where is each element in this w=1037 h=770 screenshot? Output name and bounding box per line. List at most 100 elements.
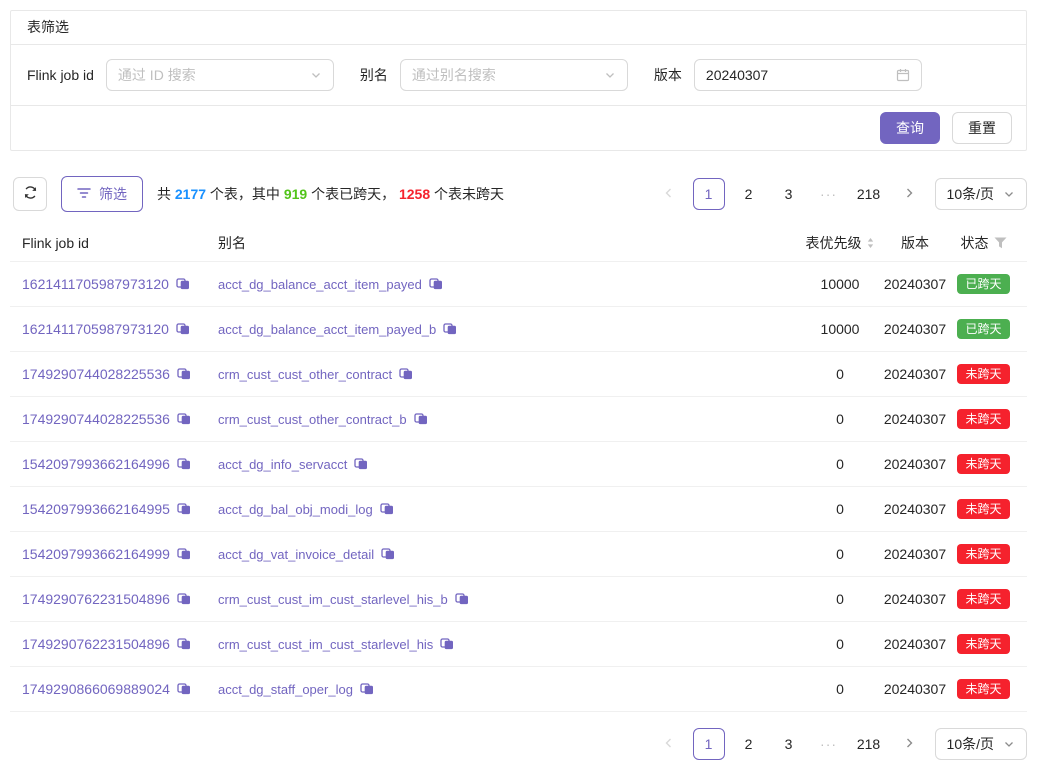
page-size-select[interactable]: 10条/页 bbox=[935, 178, 1027, 210]
copy-icon[interactable] bbox=[443, 322, 457, 336]
page-number-3[interactable]: 3 bbox=[773, 178, 805, 210]
filter-card-title: 表筛选 bbox=[11, 11, 1026, 45]
alias-link[interactable]: acct_dg_balance_acct_item_payed_b bbox=[218, 322, 436, 337]
page-size-select[interactable]: 10条/页 bbox=[935, 728, 1027, 760]
alias-link[interactable]: acct_dg_vat_invoice_detail bbox=[218, 547, 374, 562]
copy-icon[interactable] bbox=[177, 367, 191, 381]
copy-icon[interactable] bbox=[177, 592, 191, 606]
flink-job-id-link[interactable]: 1542097993662164999 bbox=[22, 546, 170, 562]
version-cell: 20240307 bbox=[880, 681, 950, 697]
table-row: 1749290762231504896 crm_cust_cust_im_cust… bbox=[10, 577, 1027, 622]
page-number-1[interactable]: 1 bbox=[693, 728, 725, 760]
job-id-cell: 1542097993662164995 bbox=[10, 501, 206, 517]
alias-select[interactable]: 通过别名搜索 bbox=[400, 59, 628, 91]
flink-job-id-link[interactable]: 1749290744028225536 bbox=[22, 411, 170, 427]
copy-icon[interactable] bbox=[177, 457, 191, 471]
alias-link[interactable]: crm_cust_cust_im_cust_starlevel_his bbox=[218, 637, 433, 652]
query-button[interactable]: 查询 bbox=[880, 112, 940, 144]
copy-icon[interactable] bbox=[177, 547, 191, 561]
flink-job-id-link[interactable]: 1621411705987973120 bbox=[22, 321, 169, 337]
copy-icon[interactable] bbox=[176, 277, 190, 291]
version-value: 20240307 bbox=[884, 636, 946, 652]
copy-icon[interactable] bbox=[429, 277, 443, 291]
flink-job-id-link[interactable]: 1749290762231504896 bbox=[22, 636, 170, 652]
flink-job-id-label: Flink job id bbox=[27, 67, 94, 83]
page-size-value: 10条/页 bbox=[947, 734, 994, 754]
refresh-button[interactable] bbox=[13, 177, 47, 211]
priority-cell: 0 bbox=[800, 591, 880, 607]
alias-link[interactable]: crm_cust_cust_im_cust_starlevel_his_b bbox=[218, 592, 448, 607]
alias-cell: crm_cust_cust_im_cust_starlevel_his bbox=[206, 637, 800, 652]
chevron-down-icon bbox=[604, 69, 616, 81]
alias-link[interactable]: acct_dg_staff_oper_log bbox=[218, 682, 353, 697]
copy-icon[interactable] bbox=[440, 637, 454, 651]
version-value: 20240307 bbox=[884, 276, 946, 292]
status-badge: 未跨天 bbox=[957, 544, 1009, 564]
pagination-bottom: 123···218 10条/页 bbox=[653, 728, 1027, 760]
page-number-218[interactable]: 218 bbox=[853, 178, 885, 210]
copy-icon[interactable] bbox=[177, 412, 191, 426]
alias-link[interactable]: crm_cust_cust_other_contract bbox=[218, 367, 392, 382]
flink-job-id-link[interactable]: 1621411705987973120 bbox=[22, 276, 169, 292]
alias-link[interactable]: acct_dg_balance_acct_item_payed bbox=[218, 277, 422, 292]
copy-icon[interactable] bbox=[360, 682, 374, 696]
flink-job-id-link[interactable]: 1749290762231504896 bbox=[22, 591, 170, 607]
table-row: 1542097993662164999 acct_dg_vat_invoice_d… bbox=[10, 532, 1027, 577]
flink-job-id-select[interactable]: 通过 ID 搜索 bbox=[106, 59, 334, 91]
alias-link[interactable]: crm_cust_cust_other_contract_b bbox=[218, 412, 407, 427]
page-number-2[interactable]: 2 bbox=[733, 178, 765, 210]
alias-cell: crm_cust_cust_im_cust_starlevel_his_b bbox=[206, 592, 800, 607]
status-cell: 未跨天 bbox=[950, 364, 1027, 384]
priority-cell: 0 bbox=[800, 366, 880, 382]
column-header-version: 版本 bbox=[880, 233, 950, 253]
job-id-cell: 1542097993662164999 bbox=[10, 546, 206, 562]
page-number-218[interactable]: 218 bbox=[853, 728, 885, 760]
copy-icon[interactable] bbox=[177, 637, 191, 651]
status-cell: 未跨天 bbox=[950, 544, 1027, 564]
copy-icon[interactable] bbox=[176, 322, 190, 336]
copy-icon[interactable] bbox=[381, 547, 395, 561]
prev-page-button[interactable] bbox=[653, 178, 685, 210]
flink-job-id-link[interactable]: 1542097993662164996 bbox=[22, 456, 170, 472]
priority-cell: 0 bbox=[800, 681, 880, 697]
toolbar-left: 筛选 共 2177 个表，其中 919 个表已跨天， 1258 个表未跨天 bbox=[10, 176, 504, 212]
copy-icon[interactable] bbox=[414, 412, 428, 426]
priority-value: 0 bbox=[836, 546, 844, 562]
page-number-3[interactable]: 3 bbox=[773, 728, 805, 760]
copy-icon[interactable] bbox=[455, 592, 469, 606]
flink-job-id-link[interactable]: 1749290744028225536 bbox=[22, 366, 170, 382]
copy-icon[interactable] bbox=[380, 502, 394, 516]
status-badge: 未跨天 bbox=[957, 589, 1009, 609]
page-number-2[interactable]: 2 bbox=[733, 728, 765, 760]
alias-link[interactable]: acct_dg_info_servacct bbox=[218, 457, 347, 472]
summary-text-segment: 个表已跨天， bbox=[307, 186, 399, 202]
alias-link[interactable]: acct_dg_bal_obj_modi_log bbox=[218, 502, 373, 517]
table-row: 1542097993662164995 acct_dg_bal_obj_modi_… bbox=[10, 487, 1027, 532]
next-page-button[interactable] bbox=[893, 178, 925, 210]
version-cell: 20240307 bbox=[880, 276, 950, 292]
table-row: 1749290762231504896 crm_cust_cust_im_cust… bbox=[10, 622, 1027, 667]
copy-icon[interactable] bbox=[177, 682, 191, 696]
summary-text: 共 2177 个表，其中 919 个表已跨天， 1258 个表未跨天 bbox=[157, 184, 504, 204]
copy-icon[interactable] bbox=[399, 367, 413, 381]
copy-icon[interactable] bbox=[177, 502, 191, 516]
prev-page-button[interactable] bbox=[653, 728, 685, 760]
page-number-1[interactable]: 1 bbox=[693, 178, 725, 210]
copy-icon[interactable] bbox=[354, 457, 368, 471]
flink-job-id-link[interactable]: 1749290866069889024 bbox=[22, 681, 170, 697]
alias-cell: acct_dg_balance_acct_item_payed bbox=[206, 277, 800, 292]
next-page-button[interactable] bbox=[893, 728, 925, 760]
alias-cell: acct_dg_vat_invoice_detail bbox=[206, 547, 800, 562]
column-header-priority[interactable]: 表优先级 bbox=[800, 233, 880, 253]
table-row: 1749290744028225536 crm_cust_cust_other_c… bbox=[10, 397, 1027, 442]
version-date-input[interactable]: 20240307 bbox=[694, 59, 922, 91]
filter-button[interactable]: 筛选 bbox=[61, 176, 143, 212]
priority-value: 0 bbox=[836, 636, 844, 652]
funnel-icon[interactable] bbox=[994, 237, 1007, 249]
priority-value: 0 bbox=[836, 591, 844, 607]
status-cell: 未跨天 bbox=[950, 499, 1027, 519]
column-header-alias: 别名 bbox=[206, 233, 800, 253]
reset-button[interactable]: 重置 bbox=[952, 112, 1012, 144]
priority-value: 0 bbox=[836, 501, 844, 517]
flink-job-id-link[interactable]: 1542097993662164995 bbox=[22, 501, 170, 517]
